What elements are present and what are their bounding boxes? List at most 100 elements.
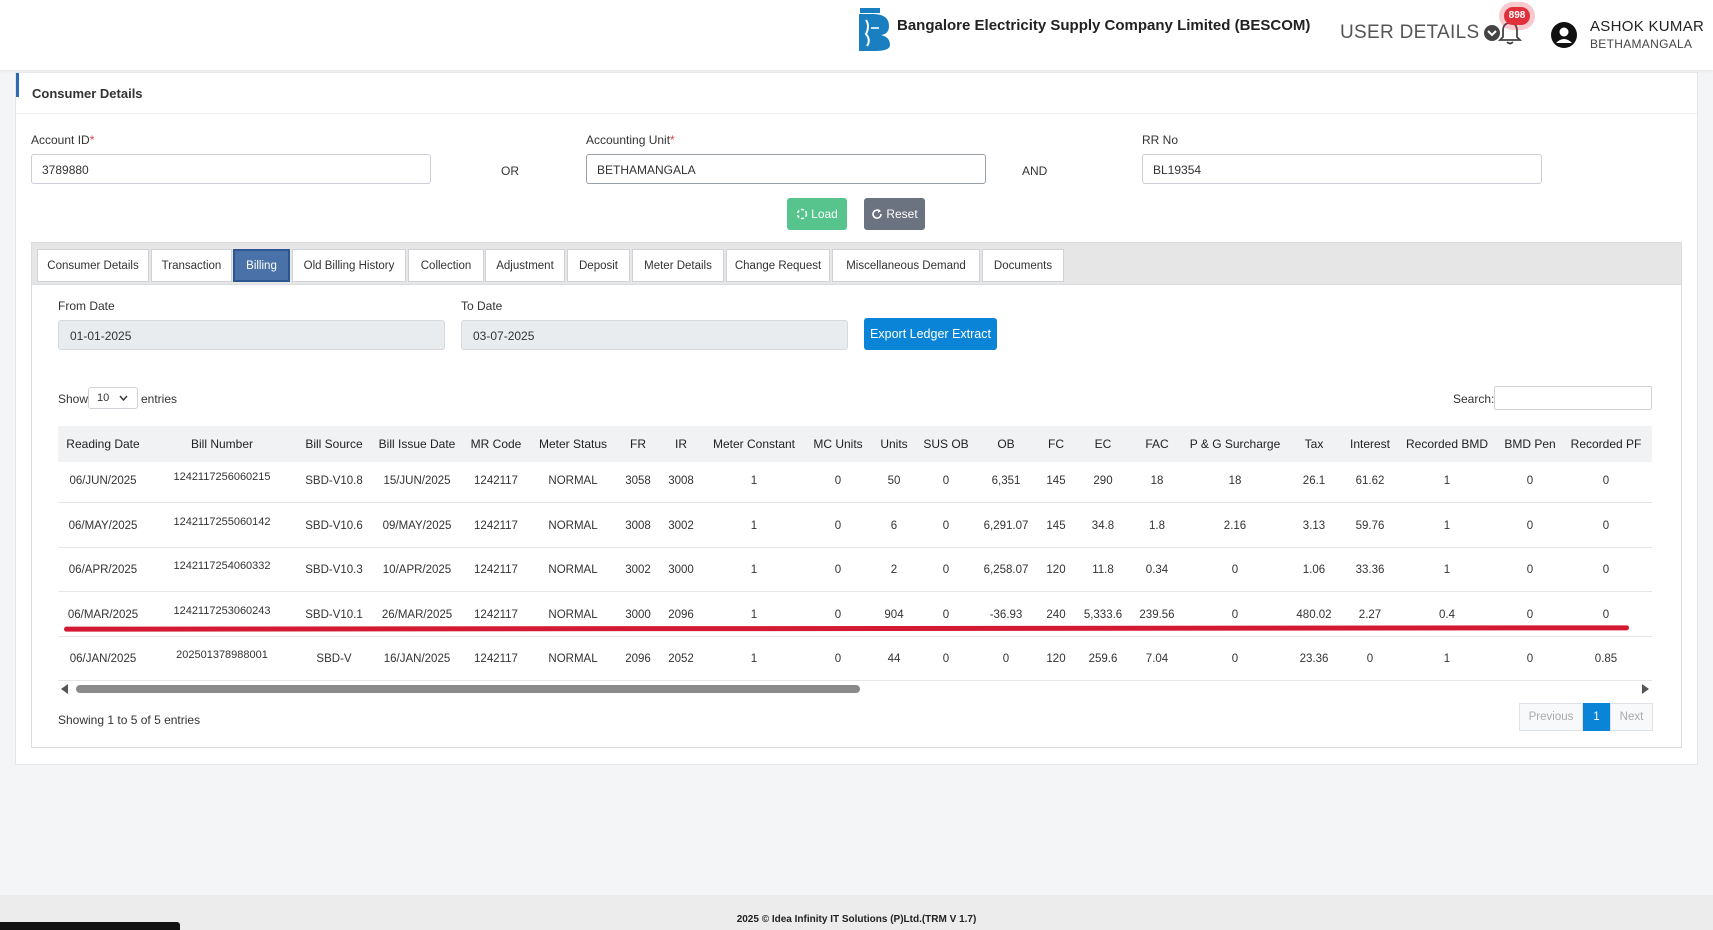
column-header-interest[interactable]: Interest <box>1350 426 1390 462</box>
load-button[interactable]: Load <box>787 198 847 230</box>
table-row <box>58 591 1652 592</box>
table-row <box>58 502 1652 503</box>
table-cell: 0 <box>1231 609 1239 621</box>
or-label: OR <box>501 164 519 178</box>
tab-meter-details[interactable]: Meter Details <box>632 249 724 282</box>
table-cell: 7.04 <box>1145 653 1169 665</box>
page-length-select[interactable]: 10 <box>88 387 138 409</box>
scroll-left-icon[interactable] <box>61 684 68 694</box>
table-cell: 3008 <box>668 475 694 487</box>
tab-collection[interactable]: Collection <box>408 249 484 282</box>
tab-billing[interactable]: Billing <box>233 249 290 282</box>
from-date-input[interactable]: 01-01-2025 <box>58 320 445 350</box>
column-header-fc[interactable]: FC <box>1048 426 1064 462</box>
table-cell: 0 <box>1526 609 1534 621</box>
table-cell: 0 <box>1231 564 1239 576</box>
table-cell: 3008 <box>625 520 651 532</box>
table-cell: NORMAL <box>548 609 598 621</box>
table-cell: SBD-V10.8 <box>305 475 363 487</box>
table-cell: 2 <box>890 564 898 576</box>
table-cell: 33.36 <box>1355 564 1385 576</box>
scroll-thumb[interactable] <box>76 685 860 693</box>
scroll-right-icon[interactable] <box>1642 684 1649 694</box>
column-header-mr-code[interactable]: MR Code <box>471 426 522 462</box>
user-details-dropdown[interactable]: USER DETAILS <box>1340 22 1501 44</box>
table-cell: 2052 <box>668 653 694 665</box>
export-ledger-button[interactable]: Export Ledger Extract <box>864 318 997 350</box>
table-cell: 1242117 <box>474 520 518 532</box>
table-cell: 3000 <box>668 564 694 576</box>
table-cell: 0.85 <box>1594 653 1618 665</box>
table-cell: 1 <box>1443 475 1451 487</box>
table-cell: 120 <box>1046 653 1066 665</box>
table-cell: 0 <box>834 564 842 576</box>
tab-change-request[interactable]: Change Request <box>726 249 830 282</box>
column-header-meter-constant[interactable]: Meter Constant <box>713 426 795 462</box>
column-header-bill-issue-date[interactable]: Bill Issue Date <box>379 426 456 462</box>
table-cell: 06/JUN/2025 <box>69 475 137 487</box>
table-cell: 50 <box>887 475 901 487</box>
tab-transaction[interactable]: Transaction <box>151 249 232 282</box>
tab-consumer-details[interactable]: Consumer Details <box>37 249 149 282</box>
column-header-ec[interactable]: EC <box>1095 426 1112 462</box>
column-header-bmd-pen[interactable]: BMD Pen <box>1504 426 1555 462</box>
table-cell: 1 <box>1443 653 1451 665</box>
from-date-label: From Date <box>58 299 115 313</box>
table-cell: 23.36 <box>1299 653 1329 665</box>
column-header-recorded-pf[interactable]: Recorded PF <box>1571 426 1642 462</box>
column-header-p-g-surcharge[interactable]: P & G Surcharge <box>1190 426 1281 462</box>
column-header-ob[interactable]: OB <box>997 426 1014 462</box>
accounting-unit-select[interactable]: BETHAMANGALA <box>586 154 986 184</box>
tab-documents[interactable]: Documents <box>982 249 1064 282</box>
table-cell: 2096 <box>668 609 694 621</box>
tab-miscellaneous-demand[interactable]: Miscellaneous Demand <box>832 249 980 282</box>
table-cell: NORMAL <box>548 475 598 487</box>
table-cell: 145 <box>1046 475 1066 487</box>
column-header-fac[interactable]: FAC <box>1145 426 1168 462</box>
table-cell: 1242117254060332 <box>173 560 271 572</box>
column-header-recorded-bmd[interactable]: Recorded BMD <box>1406 426 1488 462</box>
table-cell: 1.06 <box>1302 564 1326 576</box>
next-button[interactable]: Next <box>1610 703 1653 731</box>
show-label: Show <box>58 392 89 406</box>
table-row <box>58 547 1652 548</box>
page-1-button[interactable]: 1 <box>1583 703 1610 731</box>
previous-button[interactable]: Previous <box>1519 703 1583 731</box>
table-cell: 0 <box>1002 653 1010 665</box>
column-header-bill-number[interactable]: Bill Number <box>191 426 253 462</box>
column-header-units[interactable]: Units <box>880 426 907 462</box>
table-cell: 0 <box>1602 520 1610 532</box>
table-cell: 1242117 <box>474 609 518 621</box>
tab-deposit[interactable]: Deposit <box>567 249 630 282</box>
table-cell: 11.8 <box>1092 564 1114 576</box>
column-header-tax[interactable]: Tax <box>1305 426 1324 462</box>
tab-adjustment[interactable]: Adjustment <box>485 249 565 282</box>
table-cell: 0 <box>1526 564 1534 576</box>
rr-no-input[interactable]: BL19354 <box>1142 154 1542 184</box>
tab-old-billing-history[interactable]: Old Billing History <box>292 249 406 282</box>
table-cell: 2.16 <box>1223 520 1247 532</box>
column-header-meter-status[interactable]: Meter Status <box>539 426 607 462</box>
table-cell: 145 <box>1046 520 1066 532</box>
top-bar: BESCOM Bangalore Electricity Supply Comp… <box>0 0 1713 70</box>
column-header-reading-date[interactable]: Reading Date <box>66 426 139 462</box>
to-date-input[interactable]: 03-07-2025 <box>461 320 848 350</box>
column-header-ir[interactable]: IR <box>675 426 687 462</box>
divider <box>16 113 1697 114</box>
table-cell: 1 <box>750 520 758 532</box>
account-id-label: Account ID* <box>31 133 95 147</box>
reset-button[interactable]: Reset <box>864 198 925 230</box>
table-cell: 0 <box>942 653 950 665</box>
avatar-icon[interactable] <box>1550 21 1578 49</box>
table-cell: 06/JAN/2025 <box>69 653 137 665</box>
column-header-fr[interactable]: FR <box>630 426 646 462</box>
tab-panel <box>31 242 1682 748</box>
column-header-bill-source[interactable]: Bill Source <box>305 426 362 462</box>
table-cell: 18 <box>1150 475 1164 487</box>
column-header-sus-ob[interactable]: SUS OB <box>923 426 968 462</box>
search-input[interactable] <box>1494 386 1652 410</box>
account-id-input[interactable]: 3789880 <box>31 154 431 184</box>
reset-label: Reset <box>886 207 918 221</box>
column-header-mc-units[interactable]: MC Units <box>813 426 862 462</box>
table-cell: 1 <box>1443 564 1451 576</box>
